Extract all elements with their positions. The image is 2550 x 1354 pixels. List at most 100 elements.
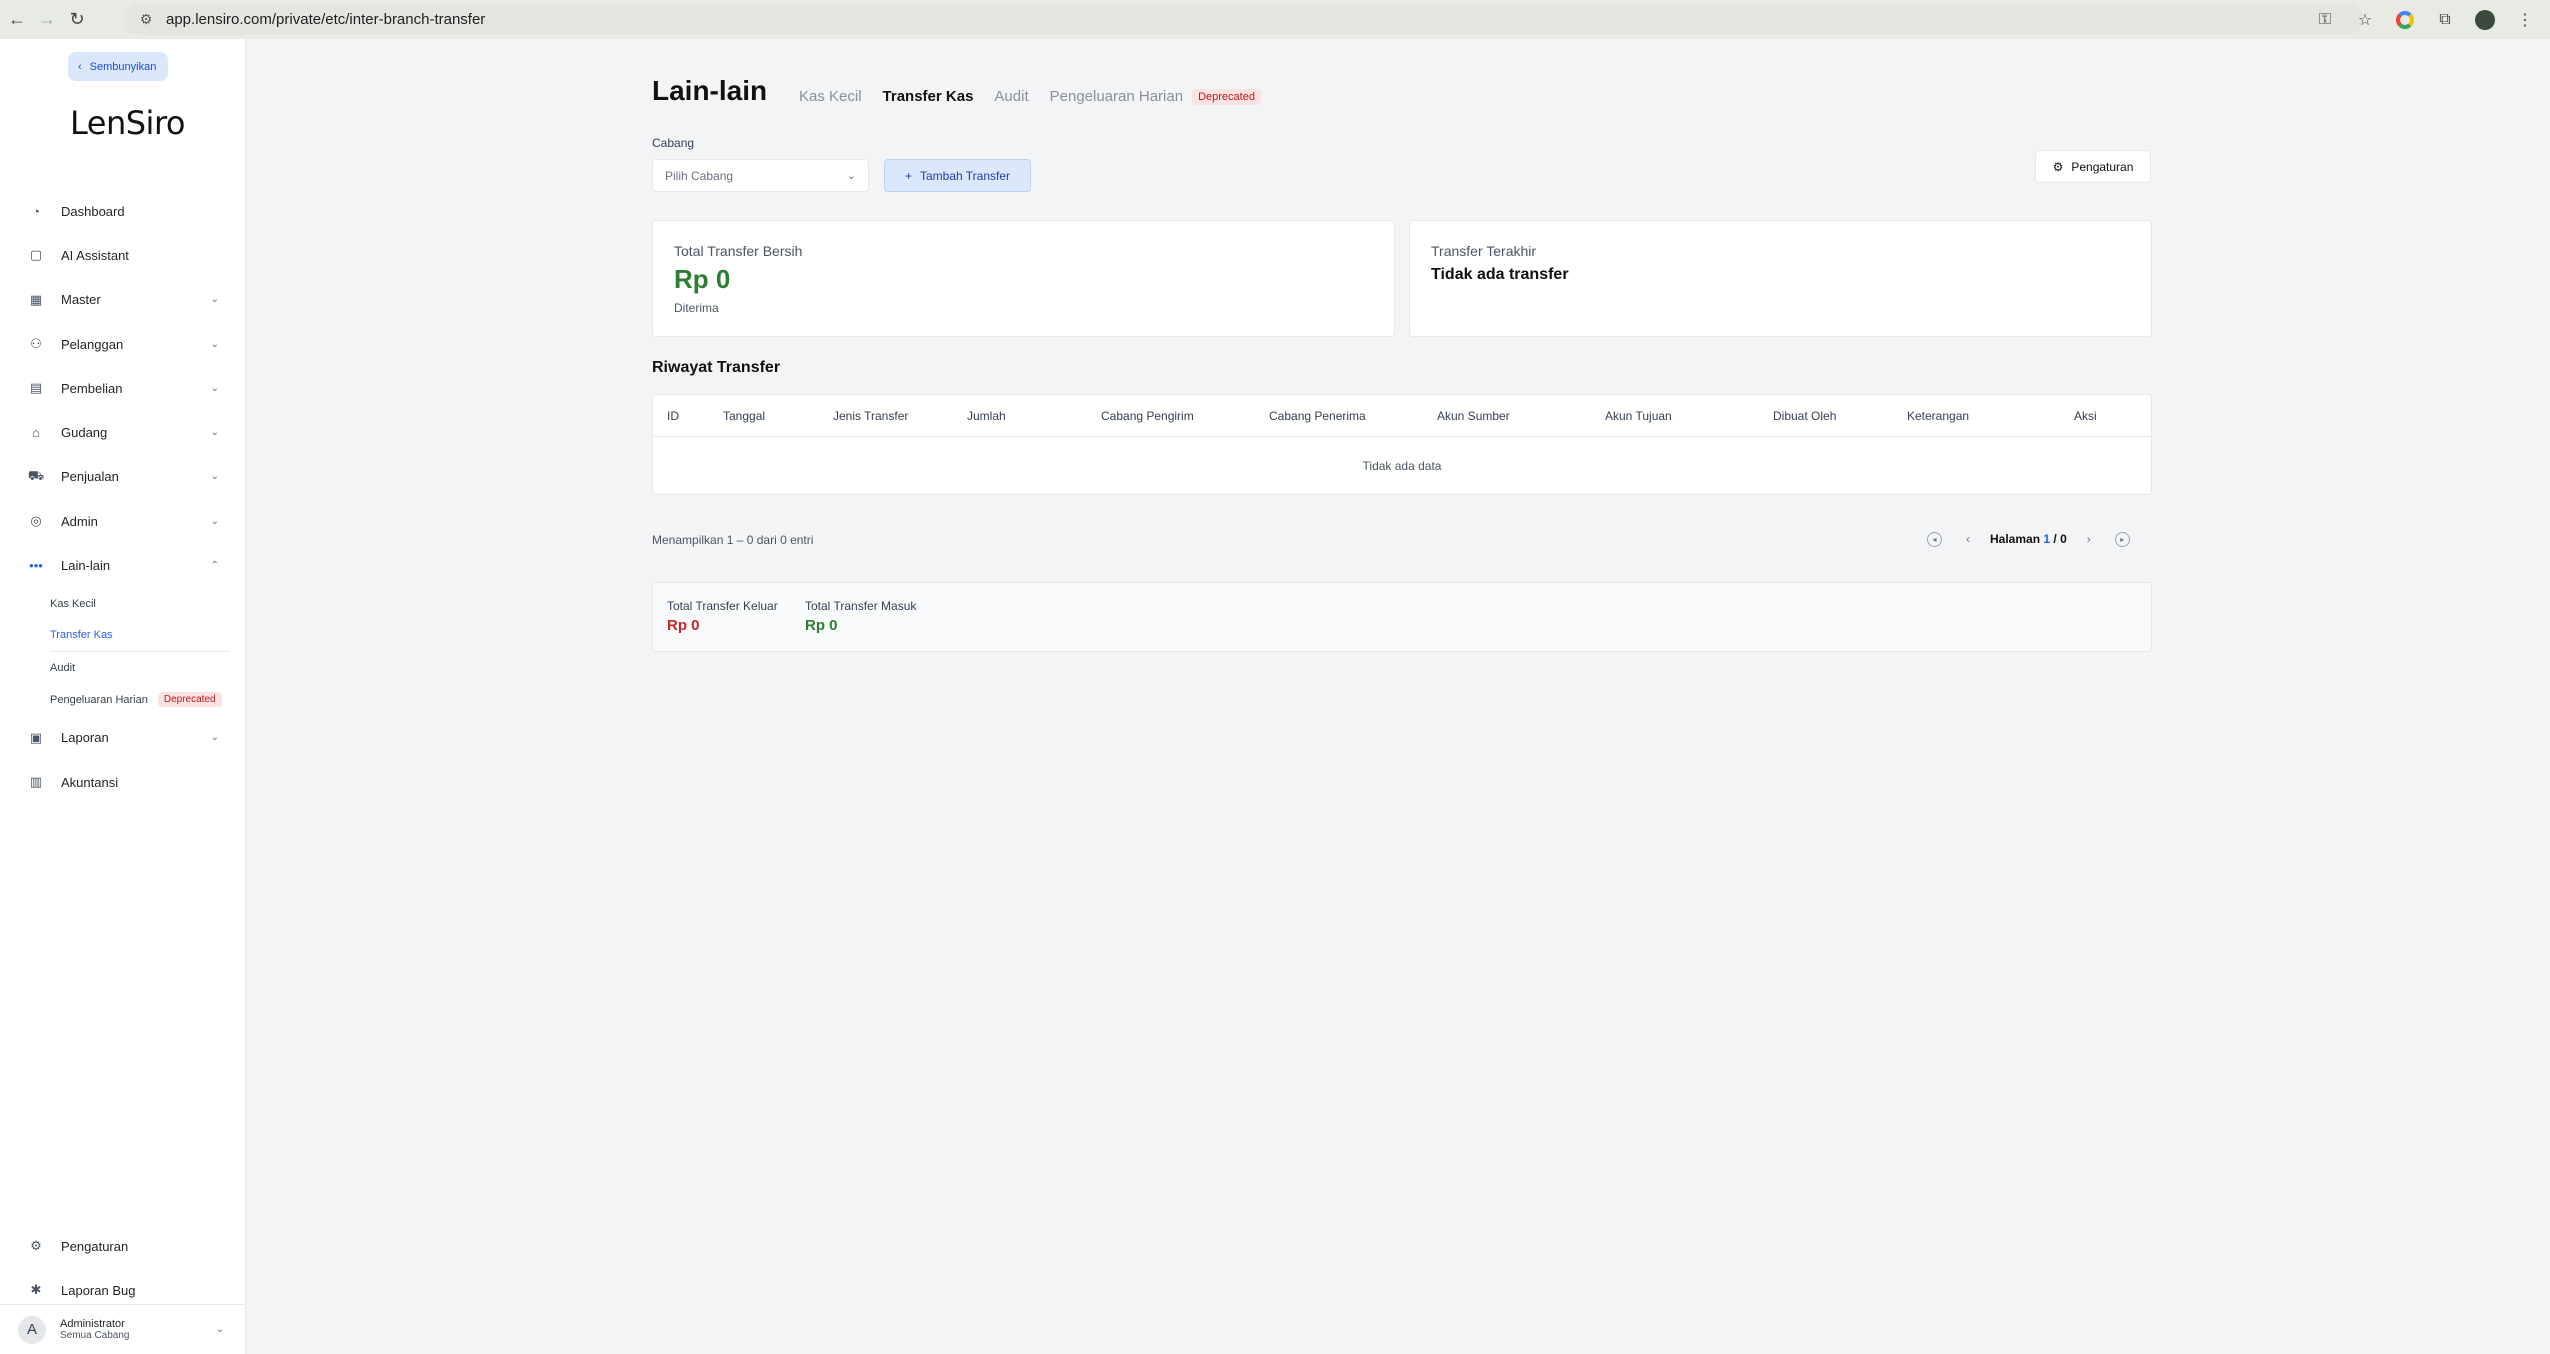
history-title: Riwayat Transfer bbox=[652, 359, 781, 376]
chevron-down-icon: ⌄ bbox=[210, 294, 219, 306]
branch-label: Cabang bbox=[652, 136, 695, 150]
sidebar-subitem-pengeluaran-harian[interactable]: Pengeluaran Harian Deprecated bbox=[50, 684, 246, 716]
add-transfer-button[interactable]: + Tambah Transfer bbox=[884, 159, 1031, 192]
bookmark-star-icon[interactable]: ☆ bbox=[2354, 9, 2376, 31]
net-transfer-amount: Rp 0 bbox=[674, 264, 731, 294]
sidebar-item-admin[interactable]: ◎ Admin ⌄ bbox=[0, 499, 246, 543]
chevron-down-icon: ⌄ bbox=[210, 515, 219, 527]
lain-lain-submenu: Kas Kecil Transfer Kas Audit Pengeluaran… bbox=[0, 588, 246, 716]
last-transfer-title: Transfer Terakhir bbox=[1431, 243, 1537, 259]
page-indicator: Halaman 1 / 0 bbox=[1990, 532, 2067, 546]
net-transfer-sub: Diterima bbox=[674, 301, 719, 315]
grid-icon: ▦ bbox=[29, 291, 43, 307]
avatar: A bbox=[18, 1315, 46, 1344]
column-header-cabang-penerima[interactable]: Cabang Penerima bbox=[1269, 409, 1366, 423]
sidebar-item-pengaturan[interactable]: ⚙ Pengaturan bbox=[0, 1224, 246, 1268]
sidebar-item-pelanggan[interactable]: ⚇ Pelanggan ⌄ bbox=[0, 322, 246, 366]
sidebar-menu: ◔ Dashboard ▢ AI Assistant ▦ Master ⌄ ⚇ … bbox=[0, 189, 246, 804]
chevron-down-icon: ⌄ bbox=[215, 1324, 224, 1335]
last-transfer-value: Tidak ada transfer bbox=[1431, 266, 1569, 283]
branch-select-placeholder: Pilih Cabang bbox=[665, 168, 734, 183]
book-icon: ▥ bbox=[29, 774, 43, 790]
chevron-down-icon: ⌄ bbox=[210, 732, 219, 744]
chevron-down-icon: ⌄ bbox=[210, 471, 219, 483]
sidebar-item-gudang[interactable]: ⌂ Gudang ⌄ bbox=[0, 410, 246, 454]
transfer-history-table: ID Tanggal Jenis Transfer Jumlah Cabang … bbox=[652, 394, 2152, 495]
receipt-icon: ▤ bbox=[29, 380, 43, 396]
url-text[interactable]: app.lensiro.com/private/etc/inter-branch… bbox=[166, 11, 485, 28]
first-page-icon[interactable]: ◂ bbox=[1927, 531, 1942, 547]
column-header-jenis-transfer[interactable]: Jenis Transfer bbox=[833, 409, 908, 423]
net-transfer-card: Total Transfer Bersih Rp 0 Diterima bbox=[652, 220, 1395, 337]
sidebar-bottom-menu: ⚙ Pengaturan ✱ Laporan Bug bbox=[0, 1224, 246, 1313]
chevron-down-icon: ⌄ bbox=[846, 170, 856, 182]
sidebar-subitem-kas-kecil[interactable]: Kas Kecil bbox=[50, 588, 246, 620]
sidebar-item-pembelian[interactable]: ▤ Pembelian ⌄ bbox=[0, 366, 246, 410]
table-header: ID Tanggal Jenis Transfer Jumlah Cabang … bbox=[653, 395, 2151, 437]
tab-kas-kecil[interactable]: Kas Kecil bbox=[799, 88, 862, 105]
last-page-icon[interactable]: ▸ bbox=[2114, 531, 2130, 547]
password-key-icon[interactable]: ⚿ bbox=[2314, 9, 2336, 31]
sidebar-item-dashboard[interactable]: ◔ Dashboard bbox=[0, 189, 246, 233]
page-tabs: Kas Kecil Transfer Kas Audit Pengeluaran… bbox=[799, 88, 1261, 105]
total-out: Total Transfer Keluar Rp 0 bbox=[667, 599, 778, 634]
profile-avatar-icon[interactable] bbox=[2474, 9, 2496, 31]
total-in-value: Rp 0 bbox=[805, 617, 838, 634]
reload-icon[interactable]: ↻ bbox=[64, 7, 90, 33]
hide-sidebar-button[interactable]: ‹ Sembunyikan bbox=[68, 52, 169, 81]
address-bar[interactable]: ⚙ app.lensiro.com/private/etc/inter-bran… bbox=[124, 4, 2363, 35]
branch-select[interactable]: Pilih Cabang ⌄ bbox=[652, 159, 869, 192]
table-empty-row: Tidak ada data bbox=[1362, 459, 1442, 473]
user-branch: Semua Cabang bbox=[60, 1330, 130, 1341]
prev-page-icon[interactable]: ‹ bbox=[1958, 529, 1978, 549]
column-header-id[interactable]: ID bbox=[667, 409, 679, 423]
chevron-up-icon: ⌃ bbox=[210, 560, 219, 572]
sidebar-item-akuntansi[interactable]: ▥ Akuntansi bbox=[0, 760, 246, 804]
sidebar-item-penjualan[interactable]: ⛟ Penjualan ⌄ bbox=[0, 455, 246, 499]
chevron-down-icon: ⌄ bbox=[210, 382, 219, 394]
sidebar-item-ai-assistant[interactable]: ▢ AI Assistant bbox=[0, 233, 246, 277]
column-header-akun-sumber[interactable]: Akun Sumber bbox=[1437, 409, 1510, 423]
user-menu[interactable]: A Administrator Semua Cabang ⌄ bbox=[0, 1304, 246, 1354]
net-transfer-title: Total Transfer Bersih bbox=[674, 243, 803, 259]
sidebar-subitem-audit[interactable]: Audit bbox=[50, 652, 246, 684]
site-settings-icon[interactable]: ⚙ bbox=[136, 10, 156, 30]
warehouse-icon: ⌂ bbox=[32, 425, 40, 441]
column-header-tanggal[interactable]: Tanggal bbox=[723, 409, 765, 423]
gear-icon: ⚙ bbox=[30, 1238, 42, 1254]
column-header-jumlah[interactable]: Jumlah bbox=[967, 409, 1006, 423]
forward-icon[interactable]: → bbox=[34, 7, 60, 33]
sidebar-item-lain-lain[interactable]: ••• Lain-lain ⌃ bbox=[0, 543, 246, 587]
sidebar-item-laporan[interactable]: ▣ Laporan ⌄ bbox=[0, 716, 246, 760]
extensions-icon[interactable]: ⧉ bbox=[2434, 9, 2456, 31]
column-header-dibuat-oleh[interactable]: Dibuat Oleh bbox=[1773, 409, 1836, 423]
column-header-cabang-pengirim[interactable]: Cabang Pengirim bbox=[1101, 409, 1194, 423]
users-icon: ⚇ bbox=[30, 336, 42, 352]
tab-transfer-kas[interactable]: Transfer Kas bbox=[883, 88, 974, 105]
tab-audit[interactable]: Audit bbox=[994, 88, 1028, 105]
cart-icon: ⛟ bbox=[27, 467, 45, 483]
plus-icon: + bbox=[904, 168, 912, 183]
user-name: Administrator bbox=[60, 1318, 125, 1330]
dashboard-icon: ◔ bbox=[32, 203, 40, 219]
sidebar-subitem-transfer-kas[interactable]: Transfer Kas bbox=[50, 620, 230, 652]
chevron-left-icon: ‹ bbox=[78, 60, 82, 73]
back-icon[interactable]: ← bbox=[4, 7, 30, 33]
column-header-keterangan[interactable]: Keterangan bbox=[1907, 409, 1969, 423]
tab-pengeluaran-harian[interactable]: Pengeluaran Harian bbox=[1050, 88, 1183, 105]
page-title: Lain-lain bbox=[652, 75, 768, 106]
deprecated-badge: Deprecated bbox=[157, 692, 222, 708]
settings-button[interactable]: ⚙ Pengaturan bbox=[2035, 150, 2151, 183]
next-page-icon[interactable]: › bbox=[2079, 529, 2099, 549]
column-header-akun-tujuan[interactable]: Akun Tujuan bbox=[1605, 409, 1672, 423]
pagination-info: Menampilkan 1 – 0 dari 0 entri bbox=[652, 533, 814, 547]
browser-menu-icon[interactable]: ⋮ bbox=[2514, 9, 2536, 31]
total-in: Total Transfer Masuk Rp 0 bbox=[805, 599, 916, 634]
main-content: Lain-lain Kas Kecil Transfer Kas Audit P… bbox=[247, 39, 2550, 1354]
google-lens-icon[interactable] bbox=[2394, 9, 2416, 31]
app-logo[interactable]: LenSiro bbox=[70, 104, 185, 142]
sidebar-item-master[interactable]: ▦ Master ⌄ bbox=[0, 278, 246, 322]
pagination: ◂ ‹ Halaman 1 / 0 › ▸ bbox=[1927, 527, 2152, 551]
gear-icon: ⚙ bbox=[2052, 159, 2064, 174]
admin-icon: ◎ bbox=[30, 513, 42, 529]
